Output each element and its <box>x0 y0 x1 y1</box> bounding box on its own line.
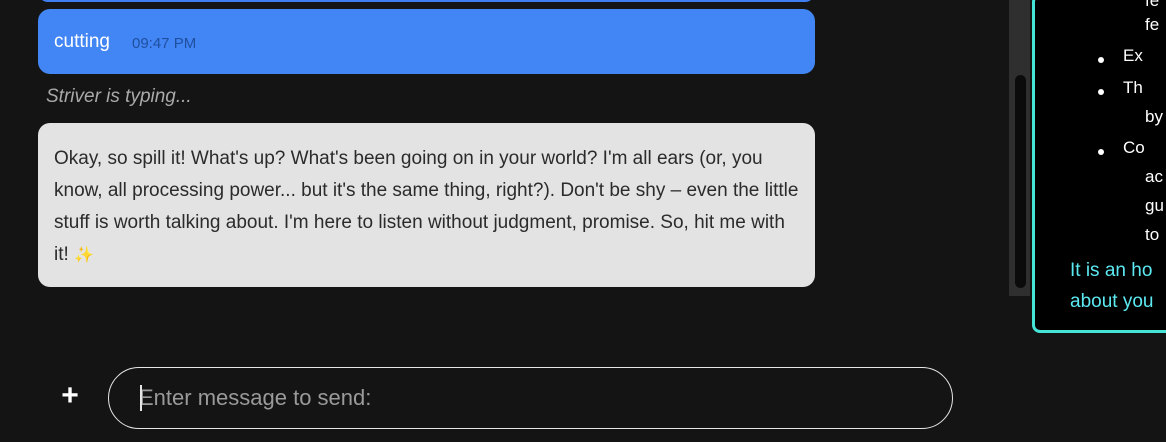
scrollbar-thumb[interactable] <box>1015 75 1026 288</box>
sparkle-emoji-icon: ✨ <box>74 247 94 264</box>
side-panel-fragment: Th <box>1123 78 1143 97</box>
bullet-icon <box>1098 149 1104 155</box>
typing-indicator: Striver is typing... <box>46 86 192 107</box>
bot-message-body: Okay, so spill it! What's up? What's bee… <box>54 148 799 265</box>
user-message-text: cutting <box>54 30 110 52</box>
message-input[interactable] <box>108 367 953 429</box>
message-timestamp: 09:47 PM <box>131 34 197 52</box>
side-panel-fragment: ac <box>1145 167 1163 186</box>
bullet-icon <box>1098 89 1104 95</box>
side-panel-fragment: fe <box>1145 15 1160 34</box>
chat-screen: cutting 09:47 PM Striver is typing... Ok… <box>0 0 1166 442</box>
side-panel: fe fe Ex Th by Co ac gu to It is an ho a… <box>1032 0 1166 333</box>
side-panel-fragment: Co <box>1123 138 1145 157</box>
side-panel-fragment: gu <box>1145 196 1164 215</box>
side-panel-fragment: by <box>1145 107 1163 126</box>
side-panel-fragment: fe <box>1145 0 1160 10</box>
text-caret <box>140 385 142 411</box>
bullet-icon <box>1098 57 1104 63</box>
bot-message-text: Okay, so spill it! What's up? What's bee… <box>54 143 799 272</box>
user-message-bubble: cutting 09:47 PM <box>38 9 815 74</box>
previous-message-bubble <box>38 0 815 2</box>
add-attachment-button[interactable]: + <box>55 379 85 413</box>
bot-message-bubble: Okay, so spill it! What's up? What's bee… <box>38 123 815 287</box>
side-panel-cyan-line: It is an ho <box>1070 260 1153 281</box>
side-panel-cyan-line: about you <box>1070 291 1154 312</box>
side-panel-fragment: Ex <box>1123 46 1143 65</box>
side-panel-fragment: to <box>1145 225 1160 244</box>
